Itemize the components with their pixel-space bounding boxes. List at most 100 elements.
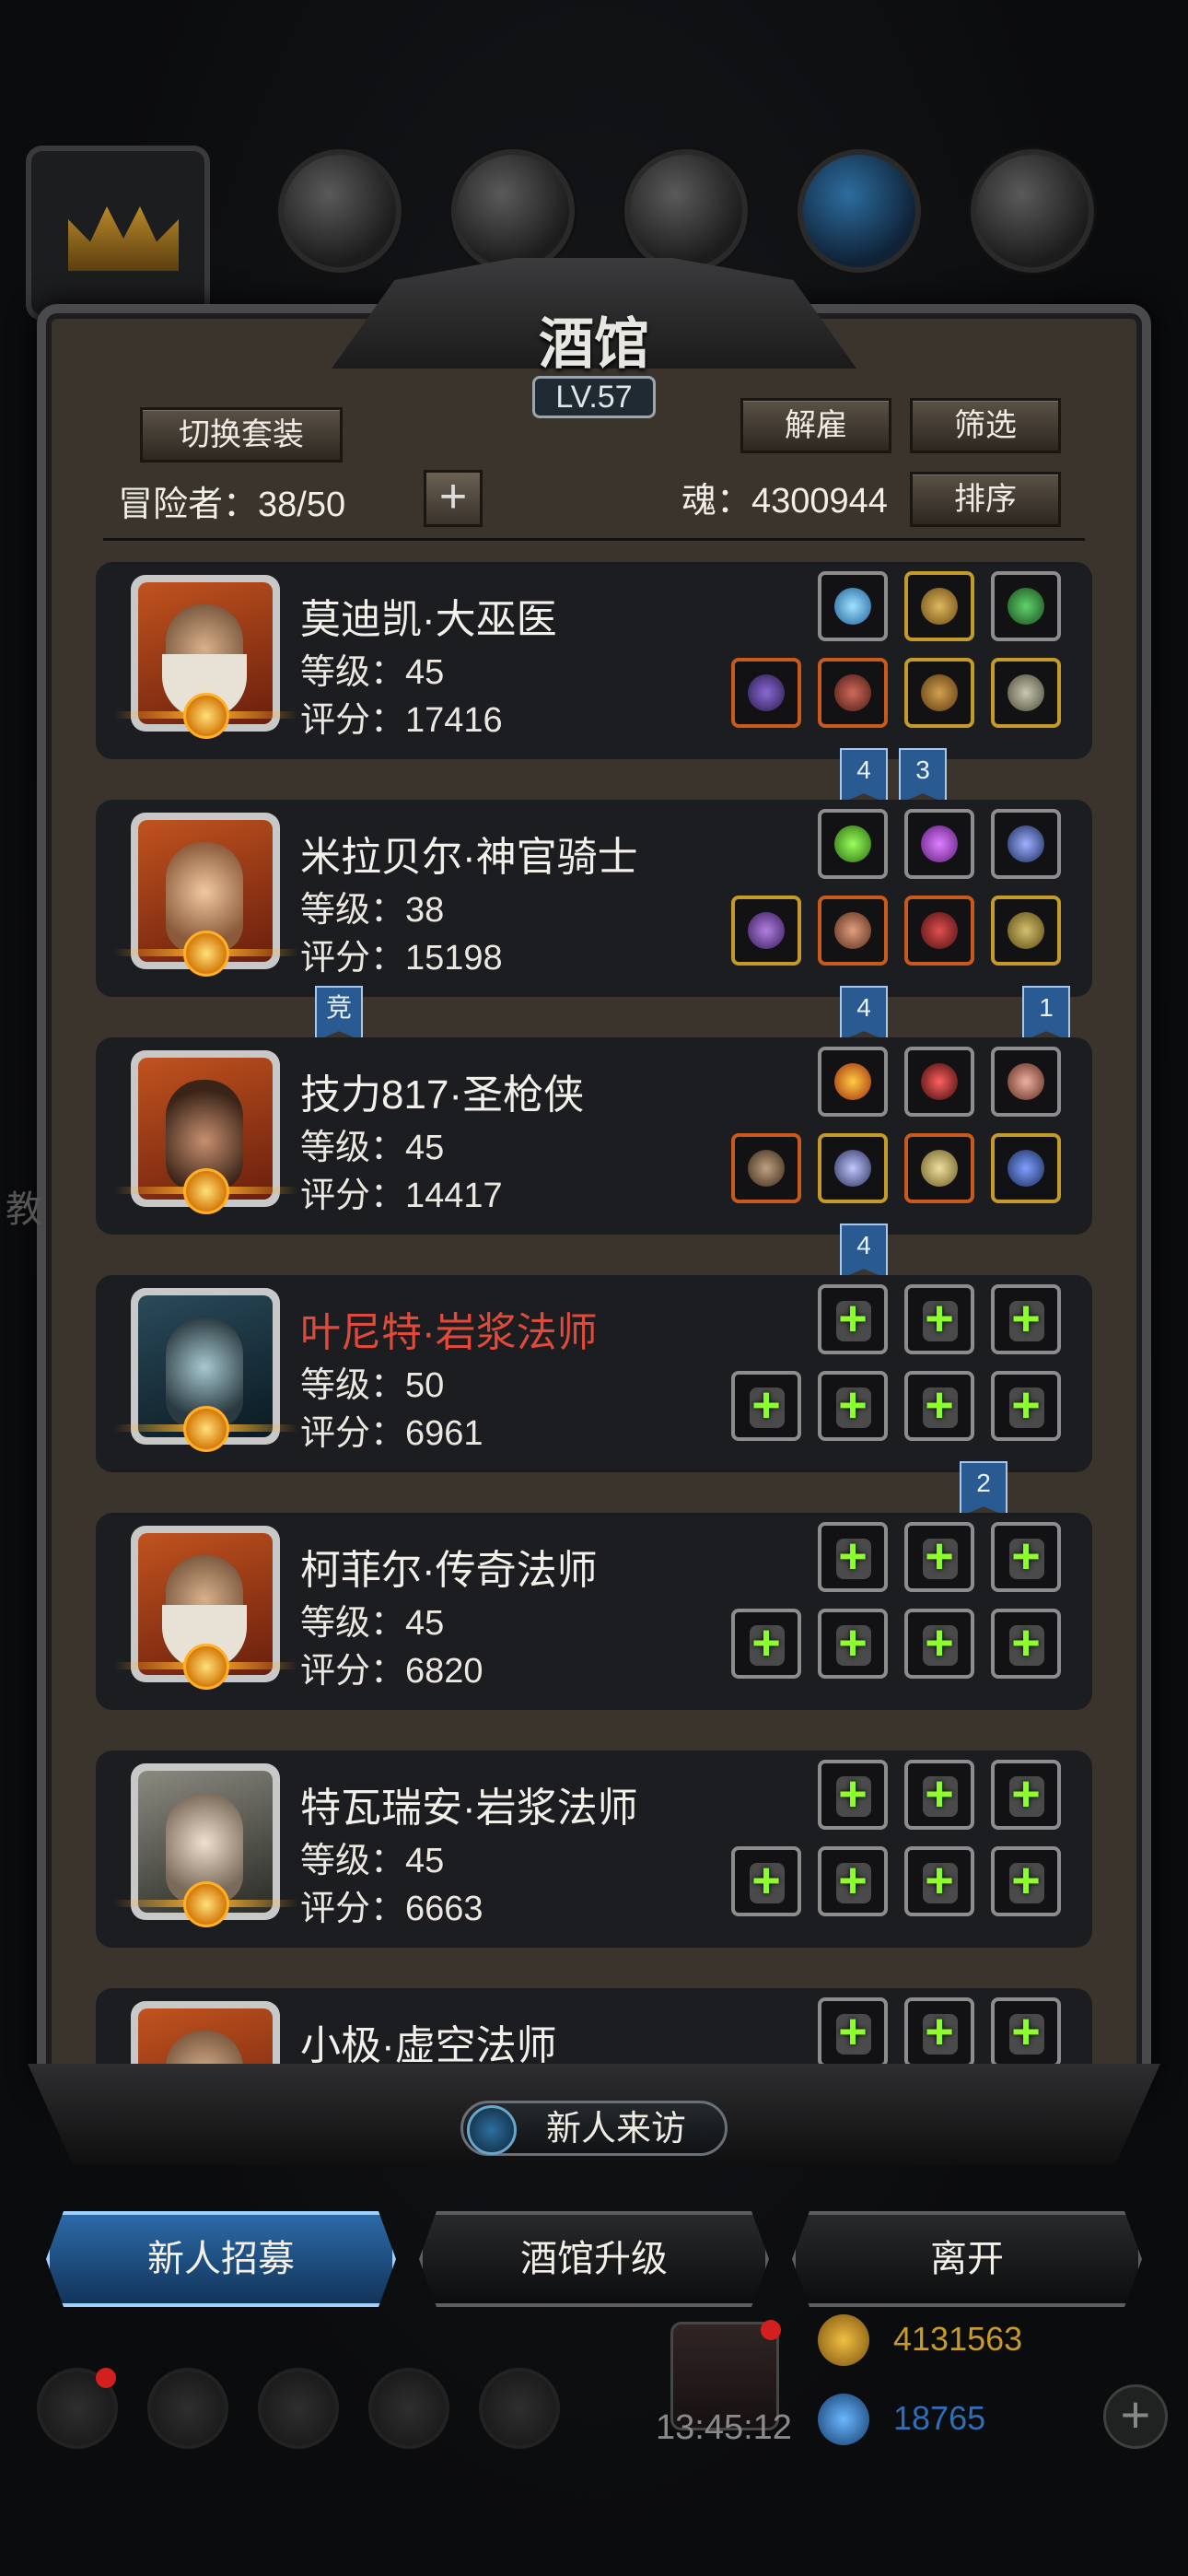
filter-button[interactable]: 筛选: [910, 398, 1061, 453]
hero-level: 等级：45: [300, 1129, 445, 1167]
empty-slot-add-icon[interactable]: +: [991, 1522, 1061, 1592]
scepter-item-icon[interactable]: [731, 896, 801, 966]
page-title: 酒馆: [539, 312, 649, 377]
gloves-item-icon[interactable]: [991, 658, 1061, 728]
rifle-item-icon[interactable]: [731, 1133, 801, 1203]
boots-item-icon[interactable]: [904, 658, 974, 728]
amulet-item-icon[interactable]: [991, 571, 1061, 641]
enhance-tag: 3: [899, 748, 947, 803]
potion-item-icon[interactable]: [818, 809, 888, 879]
helm-item-icon[interactable]: [904, 1133, 974, 1203]
armor-item-icon[interactable]: [818, 896, 888, 966]
notification-dot: [761, 2320, 781, 2340]
gem-icon: [818, 2394, 869, 2445]
empty-slot-add-icon[interactable]: +: [904, 1371, 974, 1441]
empty-slot-add-icon[interactable]: +: [818, 1846, 888, 1916]
empty-slot-add-icon[interactable]: +: [991, 1846, 1061, 1916]
hero-name: 技力817·圣枪侠: [300, 1072, 585, 1118]
empty-slot-add-icon[interactable]: +: [904, 1846, 974, 1916]
hero-card[interactable]: 柯菲尔·传奇法师 等级：45 评分：6820 + + + + + + +: [96, 1513, 1092, 1710]
pendant-item-icon[interactable]: [991, 1133, 1061, 1203]
hero-card[interactable]: 叶尼特·岩浆法师 等级：50 评分：6961 + + + + + + +: [96, 1275, 1092, 1472]
gem-amount: 18765: [893, 2399, 986, 2437]
mail-icon[interactable]: [368, 2368, 449, 2449]
hero-score: 评分：6820: [300, 1652, 483, 1691]
tavern-screen: 酒馆 LV.57 切换套装 解雇 筛选 排序 冒险者：38/50 + 魂：430…: [0, 0, 1188, 2576]
crown-icon-button[interactable]: [26, 146, 210, 321]
leave-button[interactable]: 离开: [792, 2211, 1142, 2307]
empty-slot-add-icon[interactable]: +: [904, 1522, 974, 1592]
hero-card[interactable]: 技力817·圣枪侠 等级：45 评分：14417: [96, 1037, 1092, 1235]
spear-item-icon[interactable]: [904, 1047, 974, 1117]
crystal-item-icon[interactable]: [904, 809, 974, 879]
empty-slot-add-icon[interactable]: +: [818, 1284, 888, 1354]
equipment-helm-icon[interactable]: [278, 149, 402, 273]
gold-amount: 4131563: [893, 2320, 1023, 2358]
achievement-icon[interactable]: [147, 2368, 228, 2449]
empty-slot-add-icon[interactable]: +: [731, 1846, 801, 1916]
empty-slot-add-icon[interactable]: +: [991, 1284, 1061, 1354]
equipment-boots-icon[interactable]: [624, 149, 748, 273]
empty-slot-add-icon[interactable]: +: [904, 1609, 974, 1679]
hero-name: 柯菲尔·传奇法师: [300, 1548, 598, 1593]
mask-item-icon[interactable]: [991, 1047, 1061, 1117]
empty-slot-add-icon[interactable]: +: [904, 1284, 974, 1354]
sort-button[interactable]: 排序: [910, 472, 1061, 527]
add-slot-button[interactable]: +: [424, 470, 483, 527]
fire-item-icon[interactable]: [818, 1047, 888, 1117]
empty-slot-add-icon[interactable]: +: [904, 1997, 974, 2067]
equipment-weapon-icon[interactable]: [798, 149, 921, 273]
hero-card[interactable]: 特瓦瑞安·岩浆法师 等级：45 评分：6663 + + + + + + +: [96, 1751, 1092, 1948]
gold-coin-icon: [818, 2314, 869, 2366]
hero-name: 特瓦瑞安·岩浆法师: [300, 1786, 638, 1831]
hero-score: 评分：6663: [300, 1890, 483, 1928]
empty-slot-add-icon[interactable]: +: [991, 1609, 1061, 1679]
arena-tag: 竞: [315, 986, 363, 1041]
switch-outfit-button[interactable]: 切换套装: [140, 407, 343, 463]
rank-emblem-icon: [114, 1168, 298, 1214]
hero-score: 评分：17416: [300, 701, 503, 740]
empty-slot-add-icon[interactable]: +: [731, 1371, 801, 1441]
ring-item-icon[interactable]: [904, 571, 974, 641]
empty-slot-add-icon[interactable]: +: [991, 1371, 1061, 1441]
hero-card[interactable]: 莫迪凯·大巫医 等级：45 评分：17416: [96, 562, 1092, 759]
new-visitor-button[interactable]: 新人来访: [460, 2101, 728, 2156]
empty-slot-add-icon[interactable]: +: [818, 1609, 888, 1679]
equipment-gloves-icon[interactable]: [971, 149, 1094, 273]
armor-item-icon[interactable]: [818, 658, 888, 728]
enhance-tag: 4: [840, 986, 888, 1041]
adventurer-count: 冒险者：38/50: [118, 486, 346, 524]
enhance-tag: 4: [840, 1224, 888, 1279]
shop-icon[interactable]: [479, 2368, 560, 2449]
empty-slot-add-icon[interactable]: +: [731, 1609, 801, 1679]
boots-item-icon[interactable]: [904, 896, 974, 966]
hero-list[interactable]: 莫迪凯·大巫医 等级：45 评分：17416 4 3 米拉贝尔·神官骑士 等级：…: [74, 549, 1114, 2078]
empty-slot-add-icon[interactable]: +: [818, 1760, 888, 1830]
empty-slot-add-icon[interactable]: +: [818, 1371, 888, 1441]
dismiss-button[interactable]: 解雇: [740, 398, 891, 453]
rank-emblem-icon: [114, 1406, 298, 1452]
armor-item-icon[interactable]: [818, 1133, 888, 1203]
recruit-button[interactable]: 新人招募: [46, 2211, 396, 2307]
empty-slot-add-icon[interactable]: +: [818, 1997, 888, 2067]
orb-item-icon[interactable]: [818, 571, 888, 641]
empty-slot-add-icon[interactable]: +: [904, 1760, 974, 1830]
rank-emblem-icon: [114, 693, 298, 739]
add-currency-button[interactable]: +: [1103, 2384, 1168, 2449]
empty-slot-add-icon[interactable]: +: [818, 1522, 888, 1592]
staff-item-icon[interactable]: [731, 658, 801, 728]
tavern-upgrade-button[interactable]: 酒馆升级: [419, 2211, 769, 2307]
hero-level: 等级：45: [300, 1842, 445, 1880]
gift-timer: 13:45:12: [656, 2408, 792, 2447]
guild-icon[interactable]: [258, 2368, 339, 2449]
empty-slot-add-icon[interactable]: +: [991, 1997, 1061, 2067]
hero-card[interactable]: 米拉贝尔·神官骑士 等级：38 评分：15198: [96, 800, 1092, 997]
triangle-item-icon[interactable]: [991, 809, 1061, 879]
gloves-item-icon[interactable]: [991, 896, 1061, 966]
enhance-tag: 4: [840, 748, 888, 803]
tavern-level-badge: LV.57: [532, 376, 656, 418]
equipment-armor-icon[interactable]: [451, 149, 575, 273]
empty-slot-add-icon[interactable]: +: [991, 1760, 1061, 1830]
rank-emblem-icon: [114, 1644, 298, 1690]
crown-icon: [68, 206, 179, 271]
